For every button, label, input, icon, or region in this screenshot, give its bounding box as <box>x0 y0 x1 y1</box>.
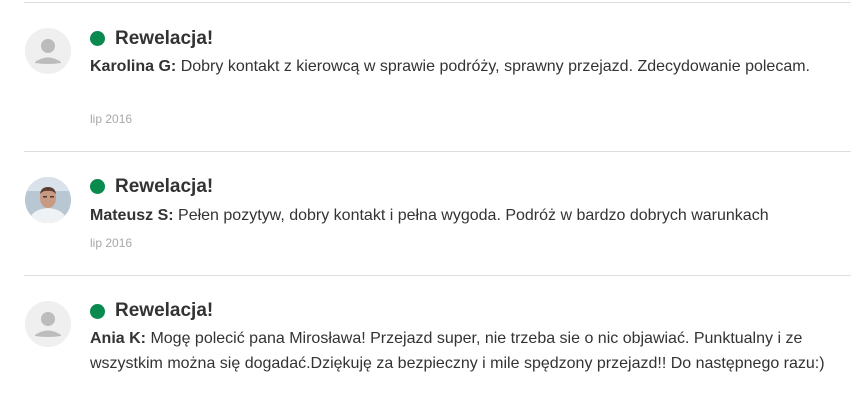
rating-label: Rewelacja! <box>115 176 214 197</box>
review-text: Karolina G: Dobry kontakt z kierowcą w s… <box>90 54 852 79</box>
review-body: Pełen pozytyw, dobry kontakt i pełna wyg… <box>178 207 769 224</box>
user-photo-avatar <box>25 177 71 223</box>
review-text: Ania K: Mogę polecić pana Mirosława! Prz… <box>90 326 852 376</box>
review-author: Karolina G: <box>90 58 177 75</box>
default-user-icon <box>25 301 71 347</box>
review-author: Mateusz S: <box>90 207 174 224</box>
rating-label: Rewelacja! <box>115 300 214 321</box>
review-date: lip 2016 <box>90 112 133 126</box>
review-body: Dobry kontakt z kierowcą w sprawie podró… <box>180 58 810 75</box>
review-date: lip 2016 <box>90 236 133 250</box>
review-body: Mogę polecić pana Mirosława! Przejazd su… <box>90 330 825 372</box>
default-user-icon <box>25 28 71 74</box>
reviews-list: Rewelacja! Karolina G: Dobry kontakt z k… <box>0 0 858 416</box>
review-text: Mateusz S: Pełen pozytyw, dobry kontakt … <box>90 203 852 228</box>
divider <box>24 151 851 152</box>
review-author: Ania K: <box>90 330 146 347</box>
rating-dot-icon <box>90 304 105 319</box>
rating-dot-icon <box>90 179 105 194</box>
rating-label: Rewelacja! <box>115 28 214 49</box>
rating-dot-icon <box>90 31 105 46</box>
divider <box>24 275 851 276</box>
divider <box>24 2 851 3</box>
